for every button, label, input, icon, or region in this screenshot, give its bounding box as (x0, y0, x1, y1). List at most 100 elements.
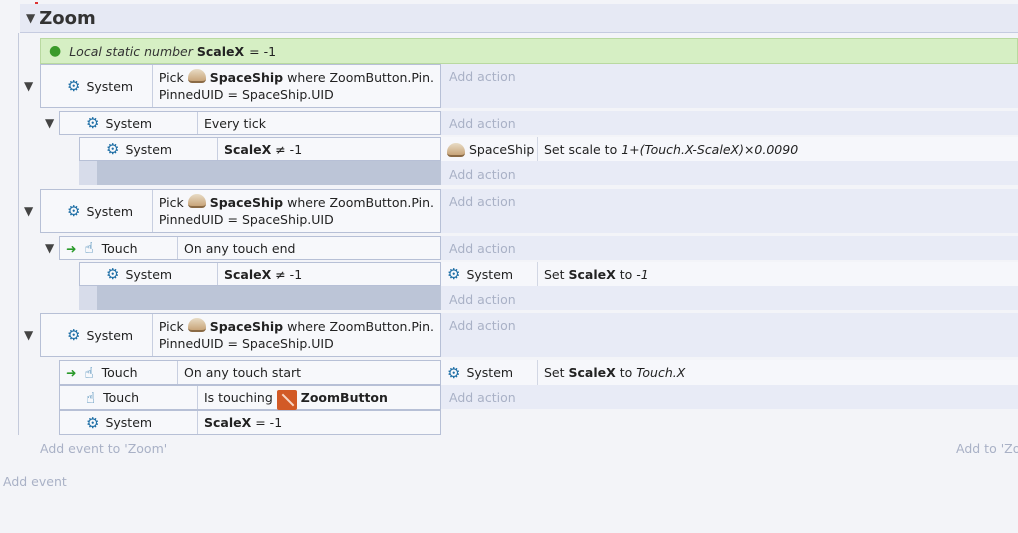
add-event[interactable]: Add event (3, 474, 67, 489)
sub-1-1-action-area[interactable] (441, 111, 1018, 135)
touch-hand-icon: ☝ (84, 363, 94, 382)
event-3-action-area[interactable] (441, 313, 1018, 357)
event-3-condition[interactable]: ⚙ System Pick SpaceShip where ZoomButton.… (40, 313, 441, 357)
spaceship-icon (187, 318, 206, 332)
event-1-add-action[interactable]: Add action (449, 69, 516, 84)
nested-2-action[interactable]: ⚙ System Set ScaleX to -1 (441, 262, 1018, 286)
where-text: where ZoomButton.Pin. (287, 195, 434, 210)
expand-triangle-icon[interactable]: ▼ (24, 328, 33, 342)
add-to-group-right[interactable]: Add to 'Zo (956, 441, 1018, 456)
object-label: System (86, 327, 134, 343)
action-set: Set (544, 365, 565, 380)
nested-1-add-action[interactable]: Add action (449, 167, 516, 182)
sub-3-1-add-action-area[interactable] (441, 385, 1018, 409)
event-3-toggle[interactable]: ▼ (24, 327, 33, 342)
event-2-action-area[interactable] (441, 189, 1018, 233)
condition-text: ScaleX = -1 (198, 411, 288, 434)
gear-icon: ⚙ (106, 265, 120, 283)
condition-line-1: Pick SpaceShip where ZoomButton.Pin. (159, 194, 434, 211)
touch-hand-icon: ☝ (86, 388, 96, 407)
group-left-line (18, 33, 19, 435)
compare-text: = -1 (255, 415, 283, 430)
condition-object: ⚙ System (41, 314, 153, 356)
event-1-action-area[interactable] (441, 64, 1018, 108)
object-label: System (125, 141, 173, 157)
event-1-condition[interactable]: ⚙ System Pick SpaceShip where ZoomButton.… (40, 64, 441, 108)
sub-1-1-toggle[interactable]: ▼ (45, 115, 54, 130)
sub-2-1-action-area[interactable] (441, 236, 1018, 260)
condition-text: On any touch end (184, 240, 296, 256)
nested-1-empty-bar (97, 161, 441, 185)
sub-3-1-add-action[interactable]: Add action (449, 390, 516, 405)
action-to: to (619, 365, 633, 380)
trigger-arrow-icon: ➜ (66, 240, 77, 256)
sub-1-1-add-action[interactable]: Add action (449, 116, 516, 131)
nested-2-add-action-area[interactable] (441, 286, 1018, 310)
object-name: SpaceShip (209, 70, 284, 85)
action-object-label: System (466, 365, 514, 380)
condition-object: ➜ ☝ Touch (60, 361, 178, 384)
action-object-label: SpaceShip (469, 141, 535, 157)
event-3-add-action[interactable]: Add action (449, 318, 516, 333)
condition-text: Pick SpaceShip where ZoomButton.Pin. Pinn… (153, 65, 440, 107)
condition-text: Pick SpaceShip where ZoomButton.Pin. Pinn… (153, 314, 440, 356)
action-value: Touch.X (636, 365, 686, 380)
sub-2-1-add-action[interactable]: Add action (449, 241, 516, 256)
gear-icon: ⚙ (447, 363, 461, 382)
compare-text: ≠ -1 (275, 266, 303, 282)
nested-2-empty-bar (97, 286, 441, 310)
sub-2-1-toggle[interactable]: ▼ (45, 240, 54, 255)
action-object: SpaceShip (441, 137, 538, 161)
sub-2-1-condition[interactable]: ➜ ☝ Touch On any touch end (59, 236, 441, 260)
event-2-add-action[interactable]: Add action (449, 194, 516, 209)
condition-object: ⚙ System (41, 65, 153, 107)
action-var: ScaleX (568, 266, 616, 282)
local-variable-row[interactable]: ● Local static number ScaleX = -1 (40, 38, 1018, 64)
object-label: System (125, 266, 173, 282)
expand-triangle-icon[interactable]: ▼ (24, 79, 33, 93)
spaceship-icon (447, 142, 465, 157)
event-1-toggle[interactable]: ▼ (24, 78, 33, 93)
event-2-condition[interactable]: ⚙ System Pick SpaceShip where ZoomButton.… (40, 189, 441, 233)
sub-1-1-condition[interactable]: ⚙ System Every tick (59, 111, 441, 135)
condition-prefix: Is touching (204, 390, 273, 405)
gear-icon: ⚙ (67, 202, 81, 220)
condition-text: Pick SpaceShip where ZoomButton.Pin. Pinn… (153, 190, 440, 232)
condition-object: ⚙ System (80, 138, 218, 160)
action-object-label: System (466, 266, 514, 282)
nested-1-add-action-area[interactable] (441, 161, 1018, 185)
sub-3-1-condition-1[interactable]: ➜ ☝ Touch On any touch start (59, 360, 441, 385)
gear-icon: ⚙ (106, 140, 120, 158)
condition-object: ⚙ System (41, 190, 153, 232)
group-header[interactable]: ▼ Zoom (20, 4, 1018, 33)
action-prefix: Set scale to (544, 141, 618, 157)
nested-1-condition[interactable]: ⚙ System ScaleX ≠ -1 (79, 137, 441, 161)
expand-triangle-icon[interactable]: ▼ (45, 116, 54, 130)
object-label: Touch (101, 240, 138, 256)
action-text: Set ScaleX to Touch.X (538, 365, 685, 380)
event-2-toggle[interactable]: ▼ (24, 203, 33, 218)
condition-object: ➜ ☝ Touch (60, 237, 178, 259)
sub-3-1-condition-3[interactable]: ⚙ System ScaleX = -1 (59, 410, 441, 435)
trigger-arrow-icon: ➜ (66, 365, 77, 380)
add-event-to-group[interactable]: Add event to 'Zoom' (40, 441, 167, 456)
object-label: Touch (101, 365, 138, 380)
condition-line-1: Pick SpaceShip where ZoomButton.Pin. (159, 69, 434, 86)
object-name: SpaceShip (209, 319, 284, 334)
nested-2-add-action[interactable]: Add action (449, 292, 516, 307)
object-label: System (86, 203, 134, 219)
action-object: ⚙ System (441, 360, 538, 385)
expand-triangle-icon[interactable]: ▼ (24, 204, 33, 218)
sub-3-1-condition-2[interactable]: ☝ Touch Is touching ZoomButton (59, 385, 441, 410)
condition-line-1: Pick SpaceShip where ZoomButton.Pin. (159, 318, 434, 335)
object-label: System (86, 78, 134, 94)
nested-1-action[interactable]: SpaceShip Set scale to 1+(Touch.X-ScaleX… (441, 137, 1018, 161)
gear-icon: ⚙ (67, 77, 81, 95)
expand-triangle-icon[interactable]: ▼ (45, 241, 54, 255)
object-label: Touch (103, 390, 140, 405)
condition-object: ⚙ System (60, 112, 198, 134)
nested-2-condition[interactable]: ⚙ System ScaleX ≠ -1 (79, 262, 441, 286)
expand-triangle-icon[interactable]: ▼ (26, 11, 35, 25)
condition-line-2: PinnedUID = SpaceShip.UID (158, 336, 334, 351)
sub-3-1-action[interactable]: ⚙ System Set ScaleX to Touch.X (441, 360, 1018, 385)
